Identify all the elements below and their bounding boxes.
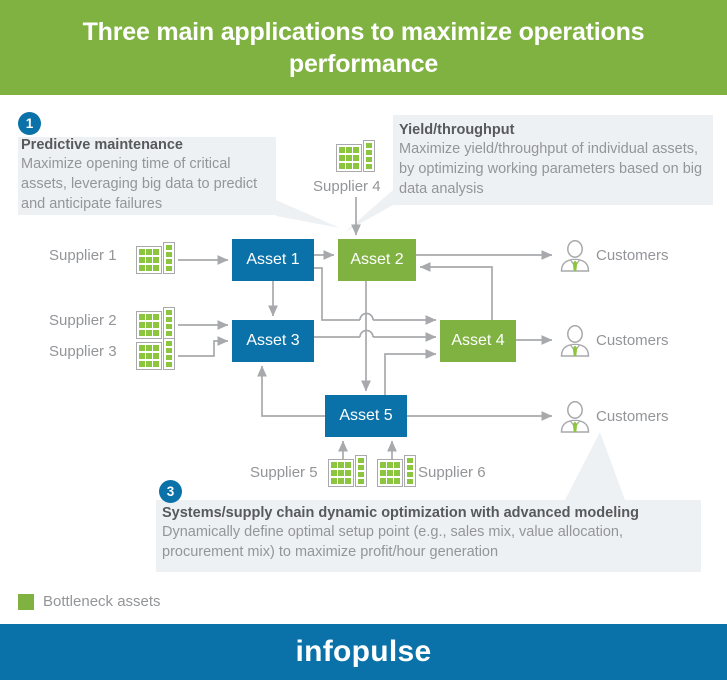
supplier-2-label: Supplier 2: [49, 312, 117, 329]
edge-asset5-asset4: [384, 349, 437, 395]
hop-arc-upper: [359, 312, 374, 321]
footer-bar: infopulse: [0, 624, 727, 680]
callout-3-badge: 3: [159, 480, 182, 503]
edge-asset4-asset2-feedback: [419, 262, 493, 320]
callout-1-badge: 1: [18, 112, 41, 135]
supplier-1-factory-icon: [136, 242, 176, 274]
callout-2-body: Maximize yield/throughput of individual …: [399, 141, 703, 197]
callout-1-body: Maximize opening time of critical assets…: [21, 156, 258, 212]
legend-label-bottleneck: Bottleneck assets: [43, 593, 161, 610]
legend: Bottleneck assets: [18, 593, 161, 610]
customer-1-label: Customers: [596, 247, 669, 264]
callout-3-body: Dynamically define optimal setup point (…: [162, 524, 624, 560]
supplier-3-label: Supplier 3: [49, 343, 117, 360]
callout-3-title: Systems/supply chain dynamic optimizatio…: [162, 505, 639, 521]
legend-swatch-bottleneck: [18, 593, 34, 610]
supplier-1-label: Supplier 1: [49, 247, 117, 264]
edge-asset5-asset3-feedback: [257, 365, 325, 417]
asset-box-5[interactable]: Asset 5: [325, 395, 407, 437]
asset-box-3[interactable]: Asset 3: [232, 320, 314, 362]
header-banner: Three main applications to maximize oper…: [0, 0, 727, 95]
callout-2-tail: [345, 190, 393, 232]
supplier-5-factory-icon: [328, 455, 368, 487]
customer-3-label: Customers: [596, 408, 669, 425]
supplier-6-label: Supplier 6: [418, 464, 486, 481]
callout-2-title: Yield/throughput: [399, 122, 515, 138]
infographic-page: Three main applications to maximize oper…: [0, 0, 727, 680]
supplier-6-factory-icon: [377, 455, 417, 487]
supplier-2-factory-icon: [136, 307, 176, 339]
asset-box-4[interactable]: Asset 4: [440, 320, 516, 362]
supplier-5-label: Supplier 5: [250, 464, 318, 481]
customer-3-person-icon: [558, 401, 592, 433]
infopulse-logo: infopulse: [295, 635, 432, 668]
customer-1-person-icon: [558, 240, 592, 272]
callout-1-title: Predictive maintenance: [21, 137, 183, 153]
edge-supplier3-asset3: [178, 336, 229, 357]
supplier-3-factory-icon: [136, 338, 176, 370]
page-title: Three main applications to maximize oper…: [82, 17, 645, 78]
customer-2-label: Customers: [596, 332, 669, 349]
customer-2-person-icon: [558, 325, 592, 357]
asset-box-2[interactable]: Asset 2: [338, 239, 416, 281]
hop-arc-lower: [359, 329, 374, 338]
supplier-4-label: Supplier 4: [313, 178, 381, 195]
callout-3-tail: [565, 432, 625, 500]
asset-box-1[interactable]: Asset 1: [232, 239, 314, 281]
callout-1-tail: [276, 200, 340, 228]
supplier-4-factory-icon: [336, 140, 376, 172]
